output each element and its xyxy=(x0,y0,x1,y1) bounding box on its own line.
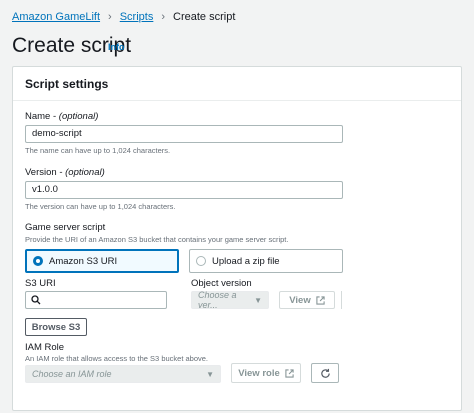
version-description: The version can have up to 1,024 charact… xyxy=(25,202,176,211)
option-upload-zip[interactable]: Upload a zip file xyxy=(189,249,343,273)
option-amazon-s3-uri[interactable]: Amazon S3 URI xyxy=(25,249,179,273)
iam-role-description: An IAM role that allows access to the S3… xyxy=(25,354,209,363)
version-input[interactable]: v1.0.0 xyxy=(25,181,343,199)
option-zip-label: Upload a zip file xyxy=(212,255,280,267)
name-optional: (optional) xyxy=(58,111,99,122)
object-version-select: Choose a ver... ▼ xyxy=(191,290,269,310)
view-object-button: View xyxy=(279,291,335,309)
search-icon xyxy=(31,295,41,305)
s3-uri-input[interactable] xyxy=(25,291,167,309)
info-link[interactable]: Info xyxy=(108,42,125,52)
iam-role-select: Choose an IAM role ▼ xyxy=(25,365,221,383)
breadcrumb-gamelift-link[interactable]: Amazon GameLift xyxy=(12,11,100,23)
caret-down-icon: ▼ xyxy=(206,369,214,379)
script-settings-panel: Script settings Name - (optional) demo-s… xyxy=(12,66,462,411)
refresh-icon xyxy=(320,368,330,378)
panel-title: Script settings xyxy=(13,67,461,101)
server-script-label: Game server script xyxy=(25,222,106,233)
server-script-description: Provide the URI of an Amazon S3 bucket t… xyxy=(25,235,289,244)
version-label: Version - (optional) xyxy=(25,167,105,178)
caret-down-icon: ▼ xyxy=(254,295,262,305)
chevron-right-icon: › xyxy=(161,11,166,23)
breadcrumb: Amazon GameLift › Scripts › Create scrip… xyxy=(12,11,235,23)
view-label: View xyxy=(289,294,311,306)
breadcrumb-current: Create script xyxy=(173,11,236,23)
name-label: Name - (optional) xyxy=(25,111,98,122)
external-link-icon xyxy=(316,295,325,305)
name-description: The name can have up to 1,024 characters… xyxy=(25,146,171,155)
breadcrumb-scripts-link[interactable]: Scripts xyxy=(120,11,154,23)
refresh-button[interactable] xyxy=(311,363,339,383)
view-role-button: View role xyxy=(231,363,301,383)
chevron-right-icon: › xyxy=(108,11,112,23)
version-label-text: Version - xyxy=(25,167,66,178)
browse-s3-button[interactable]: Browse S3 xyxy=(25,318,87,336)
external-link-icon xyxy=(285,368,294,378)
s3-uri-label: S3 URI xyxy=(25,278,56,289)
object-version-placeholder: Choose a ver... xyxy=(198,290,237,310)
radio-selected-icon xyxy=(33,256,43,266)
object-version-label: Object version xyxy=(191,278,252,289)
name-input[interactable]: demo-script xyxy=(25,125,343,143)
radio-unselected-icon xyxy=(196,256,206,266)
version-optional: (optional) xyxy=(65,167,105,178)
name-label-text: Name - xyxy=(25,111,59,122)
iam-role-placeholder: Choose an IAM role xyxy=(32,369,112,379)
iam-role-label: IAM Role xyxy=(25,342,65,353)
divider xyxy=(341,291,342,309)
view-role-label: View role xyxy=(238,367,280,379)
option-s3-label: Amazon S3 URI xyxy=(49,255,118,267)
